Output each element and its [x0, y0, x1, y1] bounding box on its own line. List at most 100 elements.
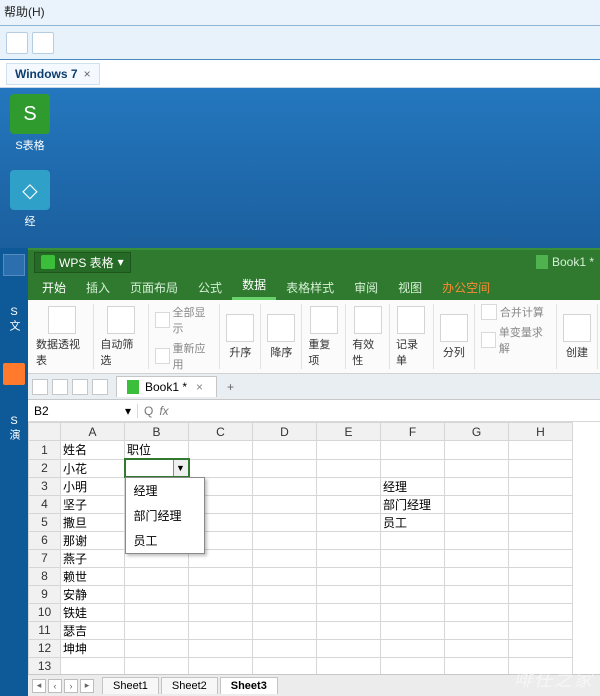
- column-header[interactable]: F: [381, 423, 445, 441]
- cell[interactable]: [125, 603, 189, 621]
- cell[interactable]: [317, 639, 381, 657]
- ribbon-solver[interactable]: 单变量求解: [481, 324, 550, 356]
- dropdown-option[interactable]: 员工: [126, 528, 204, 553]
- sidebar-app-icon[interactable]: [3, 363, 25, 385]
- desktop-icon[interactable]: S S表格: [2, 94, 58, 153]
- ribbon-reapply[interactable]: 重新应用: [155, 340, 214, 372]
- cell[interactable]: [445, 549, 509, 567]
- sheet-nav-prev[interactable]: ‹: [48, 679, 62, 693]
- ribbon-filter[interactable]: 自动筛选: [94, 304, 148, 369]
- cell[interactable]: [253, 495, 317, 513]
- cell[interactable]: [445, 477, 509, 495]
- cell[interactable]: [317, 603, 381, 621]
- cell[interactable]: [317, 495, 381, 513]
- row-header[interactable]: 11: [29, 621, 61, 639]
- spreadsheet-grid[interactable]: ABCDEFGH1姓名职位2小花▼3小明经理4坚子部门经理5撒旦员工6那谢7燕子…: [28, 422, 600, 674]
- column-header[interactable]: D: [253, 423, 317, 441]
- toolbar-icon[interactable]: [32, 32, 54, 54]
- sheet-nav-next[interactable]: ›: [64, 679, 78, 693]
- cell[interactable]: [445, 567, 509, 585]
- cell[interactable]: [445, 531, 509, 549]
- tab-page-layout[interactable]: 页面布局: [120, 275, 188, 300]
- cell[interactable]: 赖世: [61, 567, 125, 585]
- document-tab[interactable]: Book1 * ×: [116, 376, 217, 397]
- cell[interactable]: [253, 657, 317, 674]
- close-icon[interactable]: ×: [193, 380, 206, 394]
- cell[interactable]: 瑟吉: [61, 621, 125, 639]
- column-header[interactable]: B: [125, 423, 189, 441]
- cell[interactable]: [189, 639, 253, 657]
- row-header[interactable]: 13: [29, 657, 61, 674]
- cell[interactable]: [509, 621, 573, 639]
- cell[interactable]: [381, 531, 445, 549]
- row-header[interactable]: 12: [29, 639, 61, 657]
- row-header[interactable]: 4: [29, 495, 61, 513]
- ribbon-show-all[interactable]: 全部显示: [155, 304, 214, 336]
- ribbon-sort-desc[interactable]: 降序: [261, 304, 302, 369]
- sidebar-label[interactable]: S演: [6, 415, 22, 442]
- menu-help[interactable]: 帮助(H): [4, 5, 45, 19]
- tab-insert[interactable]: 插入: [76, 275, 120, 300]
- cell[interactable]: 铁娃: [61, 603, 125, 621]
- cell[interactable]: [125, 639, 189, 657]
- ribbon-merge-calc[interactable]: 合并计算: [481, 304, 544, 320]
- dropdown-option[interactable]: 经理: [126, 478, 204, 503]
- cell[interactable]: [125, 657, 189, 674]
- sheet-tab[interactable]: Sheet2: [161, 677, 218, 694]
- cell[interactable]: [445, 621, 509, 639]
- row-header[interactable]: 3: [29, 477, 61, 495]
- new-tab-button[interactable]: +: [219, 380, 242, 394]
- cell[interactable]: 小花: [61, 459, 125, 477]
- ribbon-pivot[interactable]: 数据透视表: [30, 304, 94, 369]
- cell[interactable]: [61, 657, 125, 674]
- undo-icon[interactable]: [52, 379, 68, 395]
- redo-icon[interactable]: [72, 379, 88, 395]
- cell[interactable]: [317, 567, 381, 585]
- column-header[interactable]: A: [61, 423, 125, 441]
- column-header[interactable]: G: [445, 423, 509, 441]
- ribbon-sort-asc[interactable]: 升序: [220, 304, 261, 369]
- cell[interactable]: 部门经理: [381, 495, 445, 513]
- cell[interactable]: [253, 441, 317, 460]
- tab-data[interactable]: 数据: [232, 272, 276, 300]
- row-header[interactable]: 7: [29, 549, 61, 567]
- cell[interactable]: 姓名: [61, 441, 125, 460]
- cell[interactable]: [189, 621, 253, 639]
- cell[interactable]: [509, 441, 573, 460]
- row-header[interactable]: 9: [29, 585, 61, 603]
- cell[interactable]: [445, 513, 509, 531]
- sidebar-label[interactable]: S文: [6, 306, 22, 333]
- cell[interactable]: [253, 621, 317, 639]
- row-header[interactable]: 2: [29, 459, 61, 477]
- cell[interactable]: [317, 513, 381, 531]
- dropdown-button[interactable]: ▼: [173, 459, 189, 477]
- ribbon-text-to-columns[interactable]: 分列: [434, 304, 475, 369]
- cell[interactable]: [381, 657, 445, 674]
- cell[interactable]: [253, 477, 317, 495]
- sheet-nav-first[interactable]: ◂: [32, 679, 46, 693]
- cell[interactable]: [253, 585, 317, 603]
- wps-brand[interactable]: WPS 表格 ▾: [34, 252, 131, 273]
- cell[interactable]: [189, 459, 253, 477]
- sheet-tab[interactable]: Sheet3: [220, 677, 278, 694]
- cell[interactable]: [189, 441, 253, 460]
- dropdown-option[interactable]: 部门经理: [126, 503, 204, 528]
- cell[interactable]: [125, 585, 189, 603]
- cell[interactable]: [317, 657, 381, 674]
- validation-dropdown-list[interactable]: 经理部门经理员工: [125, 477, 205, 554]
- cell[interactable]: 经理: [381, 477, 445, 495]
- cell[interactable]: [317, 621, 381, 639]
- tab-office-space[interactable]: 办公空间: [432, 275, 500, 300]
- formula-input-area[interactable]: Q fx: [138, 404, 175, 418]
- column-header[interactable]: C: [189, 423, 253, 441]
- cell[interactable]: 安静: [61, 585, 125, 603]
- select-all-cell[interactable]: [29, 423, 61, 441]
- cell[interactable]: [509, 639, 573, 657]
- cell[interactable]: [189, 567, 253, 585]
- cell[interactable]: [381, 621, 445, 639]
- cell[interactable]: [381, 639, 445, 657]
- tab-table-style[interactable]: 表格样式: [276, 275, 344, 300]
- active-cell-dropdown[interactable]: ▼: [125, 459, 189, 477]
- cell[interactable]: [189, 657, 253, 674]
- tab-home[interactable]: 开始: [32, 275, 76, 300]
